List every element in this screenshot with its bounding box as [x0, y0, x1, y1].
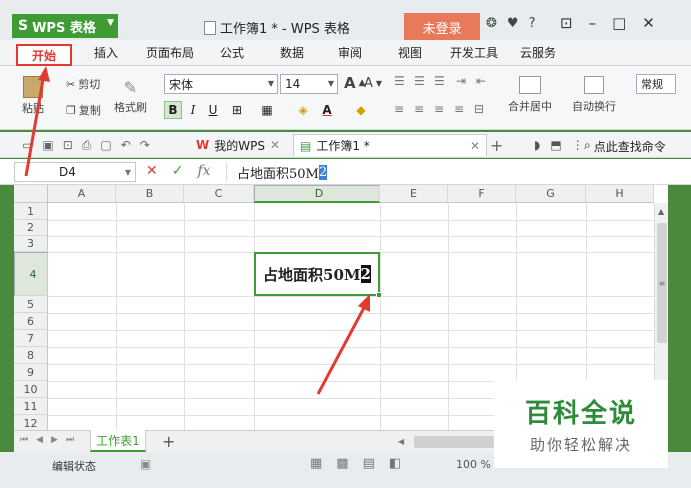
page-break-view-icon[interactable]: ▩: [336, 456, 348, 471]
annotation-arrow-line: [24, 73, 46, 177]
first-sheet-icon[interactable]: ⏮: [20, 435, 28, 445]
sheet-nav: ⏮ ◀ ▶ ⏭: [20, 435, 74, 445]
annotation-arrow-line: [316, 303, 368, 395]
scroll-left-icon[interactable]: ◀: [398, 437, 404, 446]
prev-sheet-icon[interactable]: ◀: [36, 435, 43, 445]
reading-view-icon[interactable]: ◧: [389, 456, 401, 471]
sheet-tab-1[interactable]: 工作表1: [90, 430, 146, 452]
last-sheet-icon[interactable]: ⏭: [66, 435, 74, 445]
add-sheet-button[interactable]: +: [162, 432, 175, 451]
horizontal-scrollbar-thumb[interactable]: [414, 436, 494, 448]
watermark-logo: 百科全说 助你轻松解决: [494, 380, 668, 468]
page-layout-view-icon[interactable]: ▤: [363, 456, 375, 471]
zoom-level[interactable]: 100 %: [456, 458, 491, 471]
view-switcher: ▦ ▩ ▤ ◧: [310, 456, 401, 471]
watermark-subtitle: 助你轻松解决: [529, 436, 632, 454]
status-mode: 编辑状态: [52, 460, 96, 473]
watermark-title: 百科全说: [524, 399, 637, 429]
annotation-arrow-head: [38, 66, 50, 82]
normal-view-icon[interactable]: ▦: [310, 456, 322, 471]
next-sheet-icon[interactable]: ▶: [51, 435, 58, 445]
macro-icon[interactable]: ▣: [140, 457, 151, 471]
